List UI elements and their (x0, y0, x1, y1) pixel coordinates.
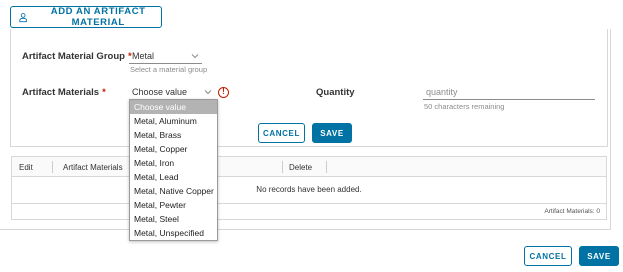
column-separator (52, 161, 53, 173)
chevron-down-icon (191, 54, 199, 59)
column-separator (282, 161, 283, 173)
column-header-materials[interactable]: Artifact Materials (63, 163, 123, 172)
grid-footer: Artifact Materials: 0 (12, 203, 606, 219)
form-save-button[interactable]: SAVE (312, 123, 352, 143)
dropdown-option[interactable]: Metal, Brass (130, 128, 217, 142)
add-artifact-material-button[interactable]: ADD AN ARTIFACT MATERIAL (10, 6, 162, 28)
error-icon: ! (218, 87, 229, 98)
save-button[interactable]: SAVE (579, 246, 619, 266)
dropdown-option[interactable]: Metal, Pewter (130, 198, 217, 212)
materials-grid: Edit Artifact Materials Delete No record… (11, 156, 607, 220)
materials-select-value: Choose value (132, 87, 188, 97)
required-mark: * (102, 87, 106, 98)
group-label: Artifact Material Group * (22, 51, 132, 62)
materials-select[interactable]: Choose value (129, 86, 215, 100)
add-button-label: ADD AN ARTIFACT MATERIAL (50, 6, 146, 28)
dropdown-option[interactable]: Metal, Iron (130, 156, 217, 170)
group-select[interactable]: Metal (129, 50, 202, 64)
dropdown-option[interactable]: Metal, Native Copper (130, 184, 217, 198)
column-header-delete[interactable]: Delete (289, 163, 312, 172)
materials-dropdown-list: Choose value Metal, Aluminum Metal, Bras… (129, 99, 218, 241)
user-icon (19, 12, 27, 22)
dropdown-option[interactable]: Metal, Unspecified (130, 226, 217, 240)
column-header-edit[interactable]: Edit (19, 163, 33, 172)
grid-empty-message: No records have been added. (256, 185, 362, 194)
column-separator (326, 161, 327, 173)
cancel-button[interactable]: CANCEL (524, 246, 572, 266)
dropdown-option[interactable]: Metal, Lead (130, 170, 217, 184)
dropdown-option[interactable]: Metal, Copper (130, 142, 217, 156)
dropdown-option[interactable]: Metal, Aluminum (130, 114, 217, 128)
grid-header: Edit Artifact Materials Delete (12, 157, 606, 177)
quantity-input[interactable]: quantity (423, 87, 595, 100)
quantity-label: Quantity (316, 87, 355, 98)
chevron-down-icon (204, 90, 212, 95)
form-cancel-button[interactable]: CANCEL (258, 123, 305, 143)
quantity-helper: 50 characters remaining (424, 102, 505, 111)
dropdown-option[interactable]: Metal, Steel (130, 212, 217, 226)
materials-label: Artifact Materials * (22, 87, 106, 98)
group-helper: Select a material group (130, 65, 208, 74)
dropdown-option[interactable]: Choose value (130, 100, 217, 114)
group-select-value: Metal (132, 51, 155, 61)
